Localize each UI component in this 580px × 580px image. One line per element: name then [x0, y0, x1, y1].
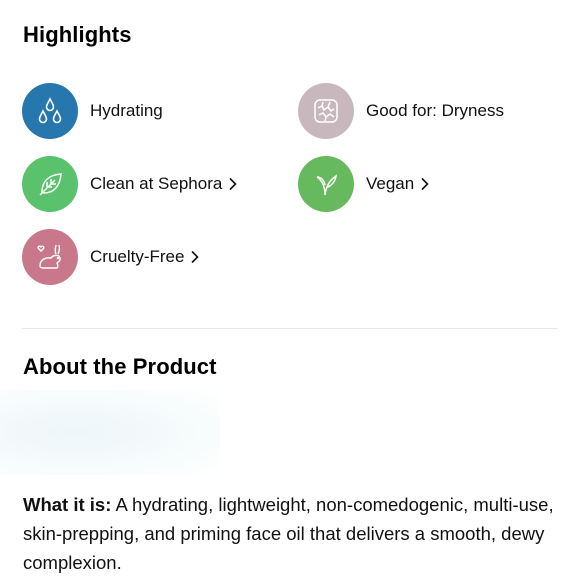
product-details-page: Highlights Hydrating Good for: Dryness C…	[0, 0, 580, 580]
section-divider	[22, 328, 558, 329]
sprout-icon	[298, 156, 354, 212]
highlight-clean-at-sephora[interactable]: Clean at Sephora	[22, 156, 238, 212]
highlight-good-for-dryness: Good for: Dryness	[298, 83, 504, 139]
highlight-label: Cruelty-Free	[90, 247, 185, 266]
leaf-icon	[22, 156, 78, 212]
product-description: What it is: A hydrating, lightweight, no…	[23, 490, 563, 577]
highlight-vegan[interactable]: Vegan	[298, 156, 430, 212]
highlight-hydrating: Hydrating	[22, 83, 163, 139]
highlights-heading: Highlights	[23, 22, 132, 47]
chevron-right-icon	[191, 250, 200, 264]
highlight-label: Hydrating	[90, 101, 163, 120]
dry-skin-icon	[298, 83, 354, 139]
what-it-is-label: What it is:	[23, 494, 112, 515]
water-drops-icon	[22, 83, 78, 139]
chevron-right-icon	[229, 177, 237, 191]
highlight-cruelty-free[interactable]: Cruelty-Free	[22, 229, 200, 285]
highlight-label: Clean at Sephora	[90, 174, 223, 193]
rabbit-heart-icon	[22, 229, 78, 285]
about-product-heading: About the Product	[23, 354, 217, 379]
highlight-label: Vegan	[366, 174, 415, 193]
chevron-right-icon	[421, 177, 429, 191]
highlight-label: Good for: Dryness	[366, 101, 504, 120]
faded-content-area	[0, 390, 220, 475]
